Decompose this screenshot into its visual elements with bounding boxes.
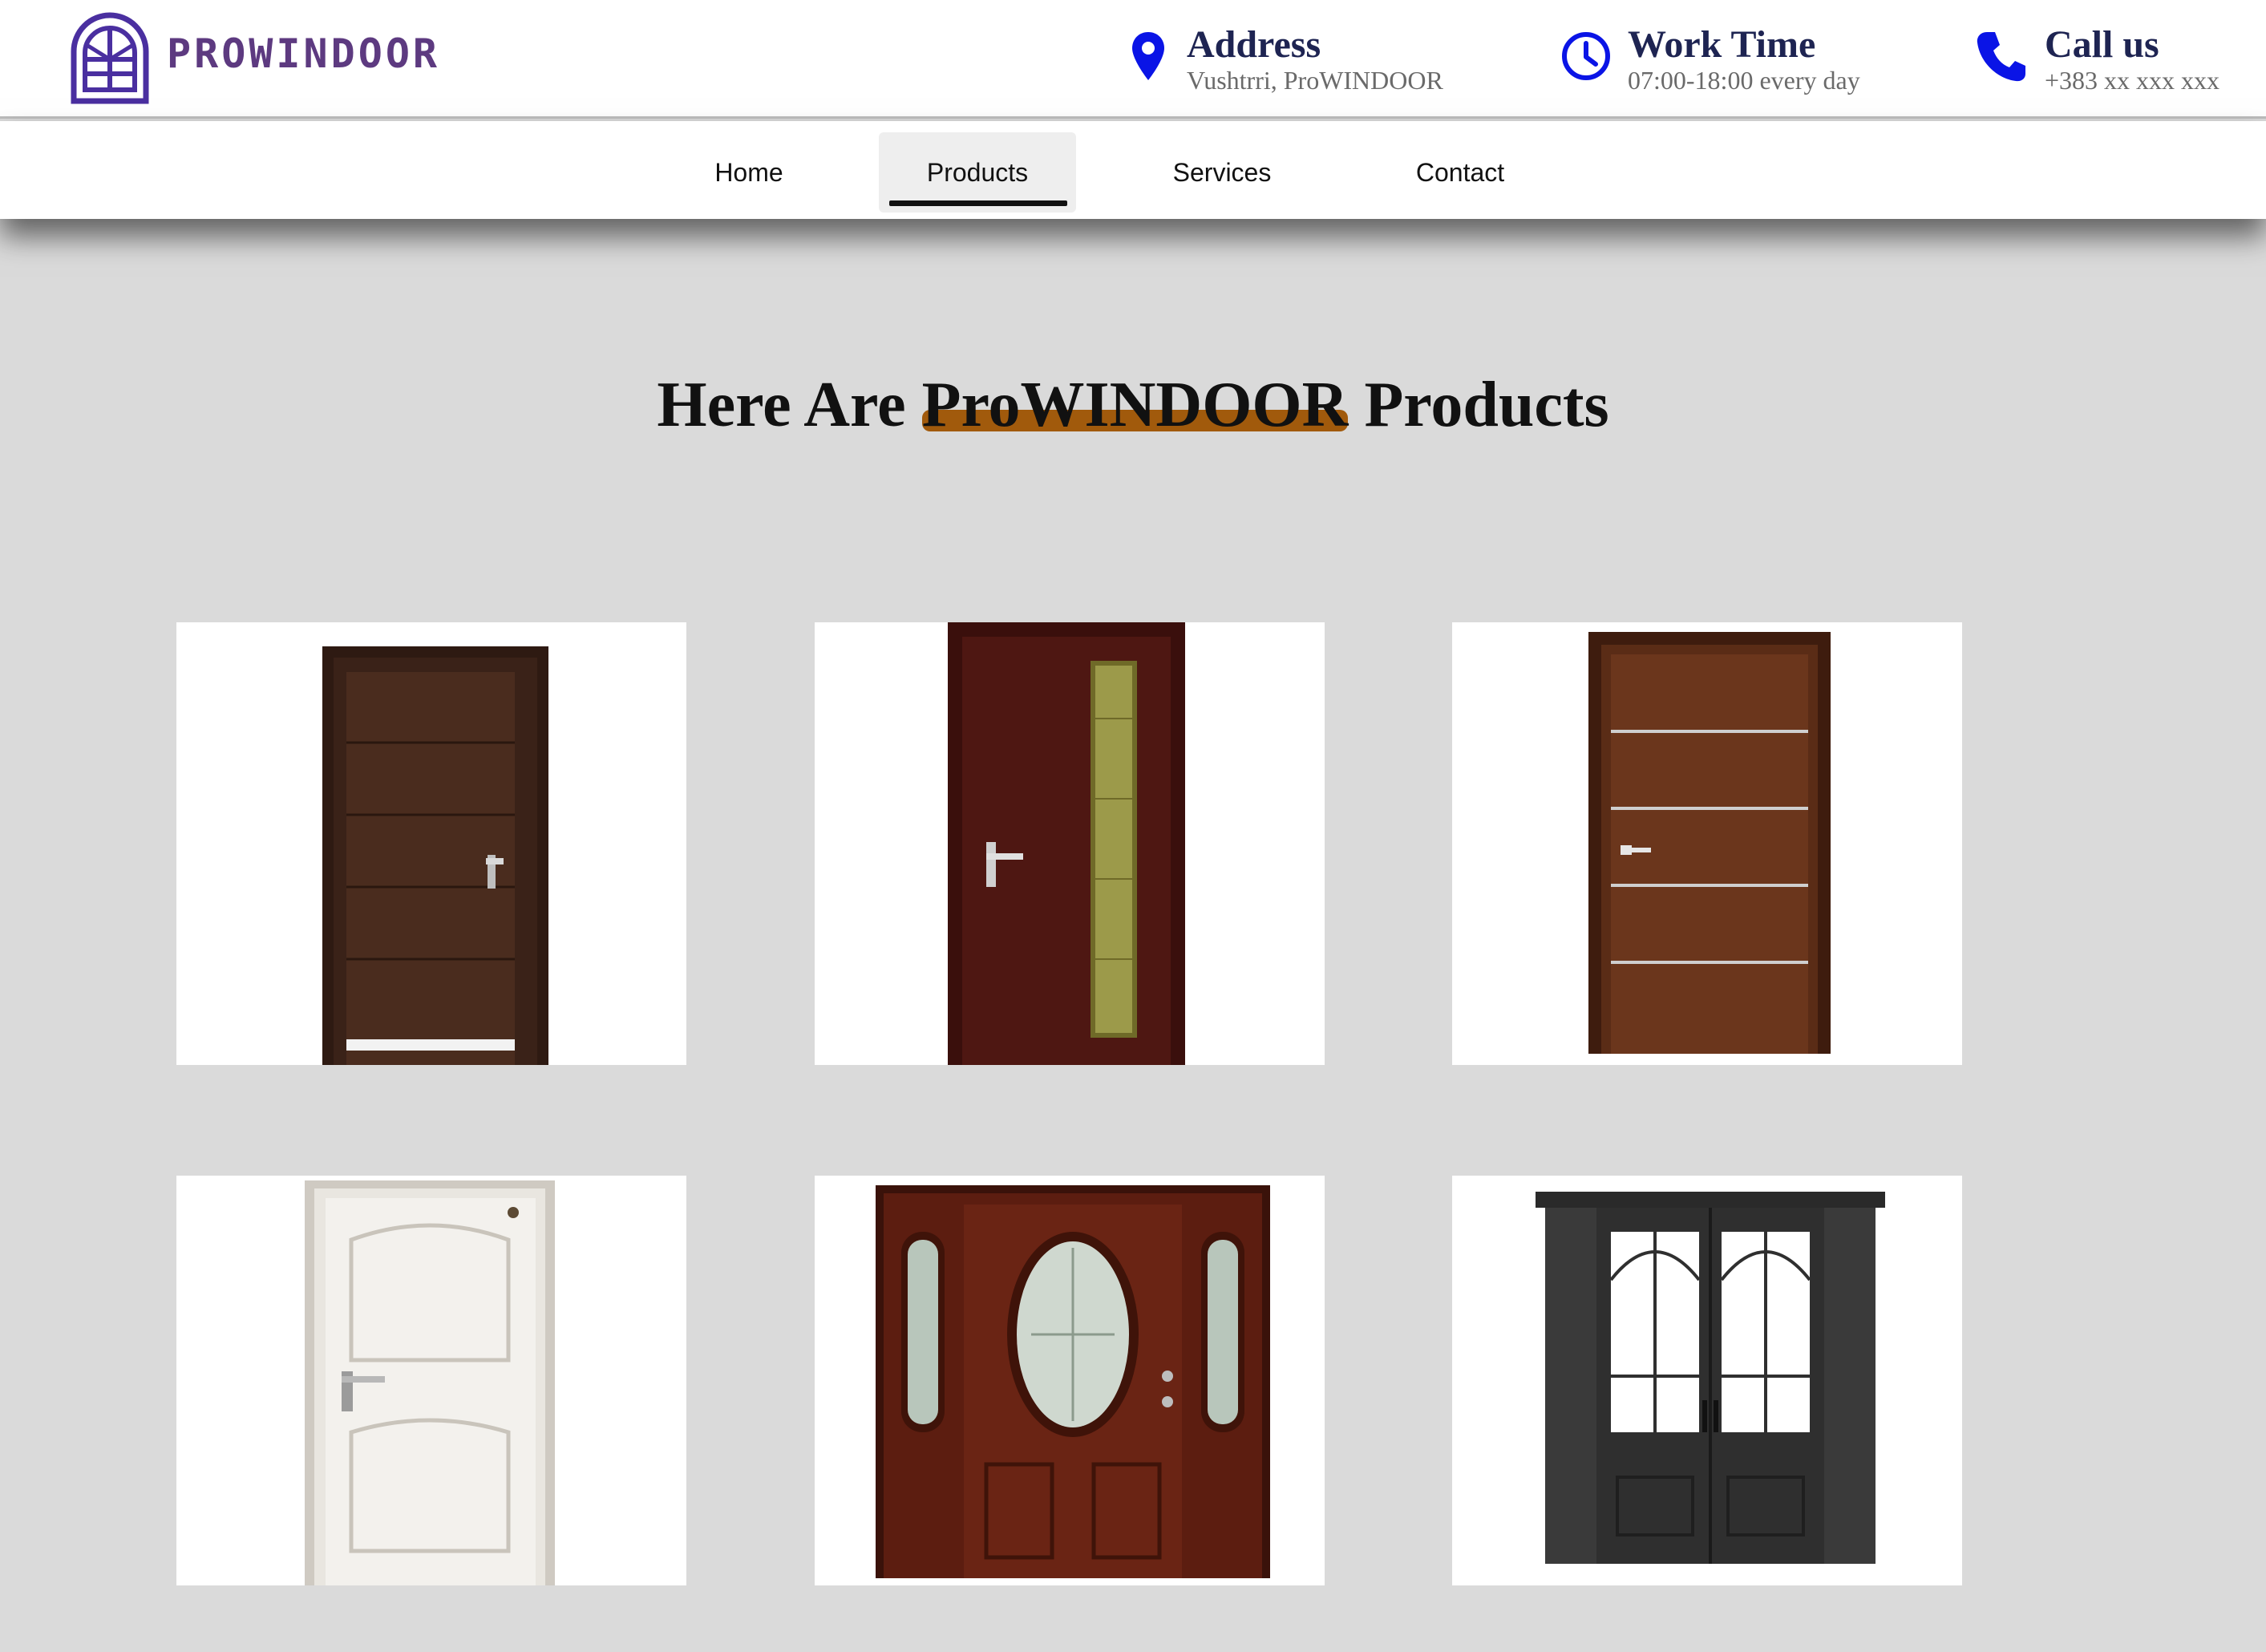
clock-icon <box>1560 30 1612 86</box>
door-image <box>1536 1192 1885 1564</box>
address-detail: Vushtrri, ProWINDOOR <box>1187 66 1443 95</box>
heading-highlight: ProWINDOOR <box>921 370 1349 440</box>
arched-window-icon[interactable] <box>69 10 151 104</box>
door-image <box>948 622 1185 1065</box>
heading-after: Products <box>1348 370 1609 440</box>
door-image <box>305 1180 555 1585</box>
product-card[interactable] <box>815 622 1325 1065</box>
nav-services[interactable]: Services <box>1155 132 1289 213</box>
phone-icon[interactable] <box>1976 30 2027 87</box>
product-card[interactable] <box>176 1176 686 1585</box>
main-nav: Home Products Services Contact <box>0 121 2266 219</box>
product-card[interactable] <box>1452 1176 1962 1585</box>
nav-contact[interactable]: Contact <box>1397 132 1523 213</box>
door-image <box>322 646 548 1065</box>
product-card[interactable] <box>176 622 686 1065</box>
page-heading: Here Are ProWINDOOR Products <box>0 369 2266 442</box>
work-time-detail: 07:00-18:00 every day <box>1628 66 1860 95</box>
map-pin-icon <box>1131 30 1166 86</box>
top-header: PROWINDOOR Address Vushtrri, ProWINDOOR … <box>0 0 2266 119</box>
call-title: Call us <box>2045 23 2159 66</box>
door-image <box>876 1185 1270 1578</box>
nav-home[interactable]: Home <box>699 132 799 213</box>
door-image <box>1588 632 1831 1054</box>
active-nav-underline <box>889 200 1067 206</box>
work-time-title: Work Time <box>1628 23 1816 66</box>
address-title: Address <box>1187 23 1321 66</box>
brand-name[interactable]: PROWINDOOR <box>167 30 440 77</box>
product-card[interactable] <box>815 1176 1325 1585</box>
product-card[interactable] <box>1452 622 1962 1065</box>
heading-before: Here Are <box>657 370 922 440</box>
call-detail[interactable]: +383 xx xxx xxx <box>2045 66 2219 95</box>
